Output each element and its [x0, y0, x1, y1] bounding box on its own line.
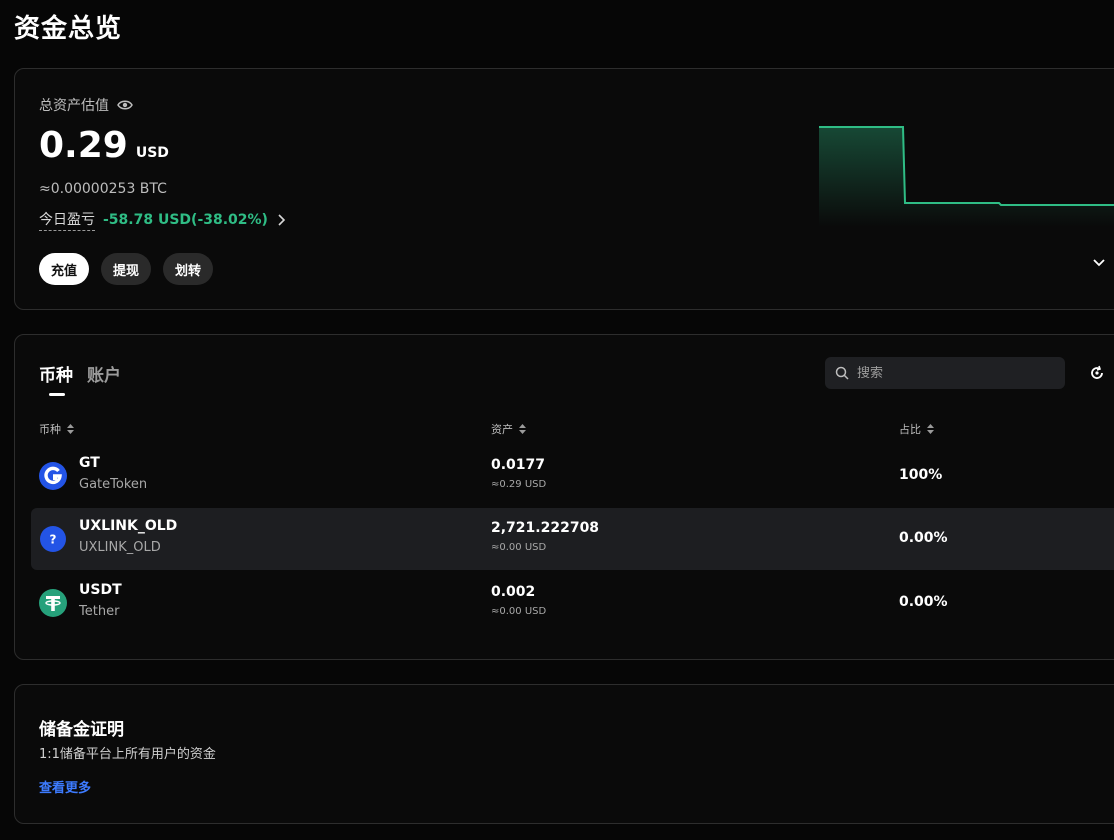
search-box[interactable]	[825, 357, 1065, 389]
trend-area	[819, 127, 1114, 227]
column-header-ratio[interactable]: 占比	[899, 421, 934, 437]
table-row[interactable]: ? UXLINK_OLD UXLINK_OLD 2,721.222708 ≈0.…	[31, 508, 1114, 570]
sort-icon[interactable]	[519, 424, 526, 434]
table-row[interactable]: GT GateToken 0.0177 ≈0.29 USD 100%	[31, 445, 1114, 507]
gatetoken-icon	[39, 462, 67, 490]
coin-symbol: UXLINK_OLD	[79, 518, 178, 534]
column-header-asset[interactable]: 资产	[491, 421, 526, 437]
transfer-button[interactable]: 划转	[163, 253, 214, 285]
page: 资金总览 总资产估值 0.29 USD ≈0.00000253 BTC 今日盈亏…	[0, 0, 1114, 840]
column-header-ratio-label: 占比	[899, 423, 921, 436]
column-header-asset-label: 资产	[491, 423, 513, 436]
total-assets-value: 0.29 USD	[39, 125, 169, 166]
coin-amount: 2,721.222708	[491, 520, 600, 536]
svg-text:?: ?	[50, 533, 57, 547]
reserve-description: 1:1储备平台上所有用户的资金	[39, 747, 216, 762]
coin-symbol: USDT	[79, 582, 122, 598]
today-pnl-label[interactable]: 今日盈亏	[39, 209, 95, 231]
action-buttons: 充值 提现 划转	[39, 253, 214, 285]
deposit-button[interactable]: 充值	[39, 253, 90, 285]
coin-name: UXLINK_OLD	[79, 540, 161, 555]
assets-card: 币种 账户 币种 资产 占比	[14, 334, 1114, 660]
asset-tabs: 币种 账户	[39, 361, 121, 396]
coin-ratio: 0.00%	[899, 594, 948, 610]
search-input[interactable]	[857, 365, 1047, 381]
coin-ratio: 0.00%	[899, 530, 948, 546]
tab-accounts[interactable]: 账户	[87, 361, 121, 386]
view-more-link[interactable]: 查看更多	[39, 777, 91, 796]
coin-usd-value: ≈0.00 USD	[491, 606, 547, 617]
coin-symbol: GT	[79, 455, 100, 471]
withdraw-button[interactable]: 提现	[101, 253, 152, 285]
table-row[interactable]: USDT Tether 0.002 ≈0.00 USD 0.00%	[31, 572, 1114, 634]
total-assets-label: 总资产估值	[39, 98, 109, 114]
tab-coins[interactable]: 币种	[39, 361, 73, 396]
chevron-right-icon[interactable]	[276, 213, 286, 227]
coin-name: Tether	[79, 604, 120, 619]
sort-icon[interactable]	[927, 424, 934, 434]
today-pnl-value: -58.78 USD(-38.02%)	[103, 212, 268, 228]
coin-usd-value: ≈0.00 USD	[491, 542, 547, 553]
coin-amount: 0.0177	[491, 457, 546, 473]
reserve-title: 储备金证明	[39, 720, 124, 740]
today-pnl-row[interactable]: 今日盈亏 -58.78 USD(-38.02%)	[39, 209, 286, 231]
search-icon	[835, 366, 849, 380]
btc-equivalent: ≈0.00000253 BTC	[39, 181, 167, 197]
tether-icon	[39, 589, 67, 617]
eye-icon[interactable]	[117, 99, 133, 111]
unknown-coin-icon: ?	[40, 526, 66, 552]
chevron-down-icon[interactable]	[1091, 255, 1107, 271]
total-assets-unit: USD	[135, 145, 169, 161]
total-assets-label-row: 总资产估值	[39, 95, 133, 115]
page-title: 资金总览	[14, 14, 123, 44]
overview-card: 总资产估值 0.29 USD ≈0.00000253 BTC 今日盈亏 -58.…	[14, 68, 1114, 310]
coin-name: GateToken	[79, 477, 148, 492]
coin-ratio: 100%	[899, 467, 943, 483]
refresh-icon[interactable]	[1089, 365, 1105, 381]
proof-of-reserves-card: 储备金证明 1:1储备平台上所有用户的资金 查看更多	[14, 684, 1114, 824]
total-assets-number: 0.29	[39, 125, 128, 166]
column-header-coin[interactable]: 币种	[39, 421, 74, 437]
sort-icon[interactable]	[67, 424, 74, 434]
asset-trend-chart	[819, 126, 1114, 227]
coin-usd-value: ≈0.29 USD	[491, 479, 547, 490]
coin-amount: 0.002	[491, 584, 536, 600]
column-header-coin-label: 币种	[39, 423, 61, 436]
